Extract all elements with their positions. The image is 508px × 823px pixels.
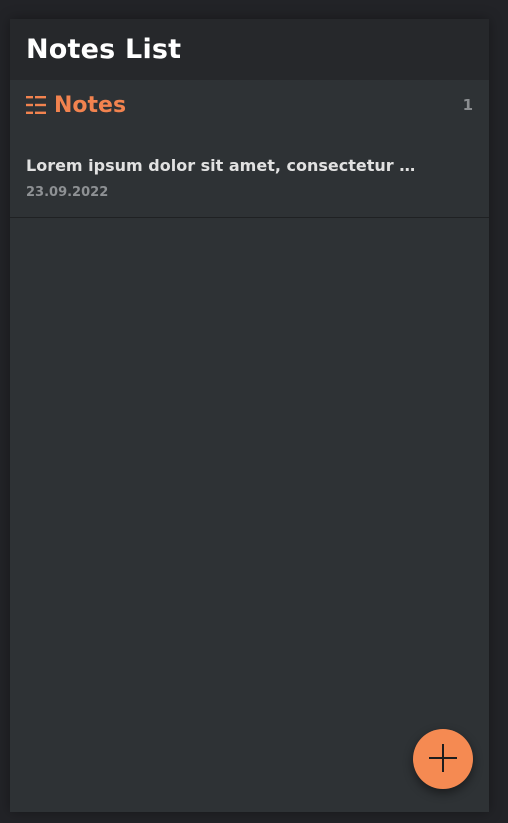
note-title: Lorem ipsum dolor sit amet, consectetur … [26, 156, 416, 175]
add-note-button[interactable] [413, 729, 473, 789]
list-icon [26, 95, 46, 115]
notes-count-badge: 1 [462, 96, 473, 114]
plus-icon [427, 742, 459, 777]
note-date: 23.09.2022 [26, 185, 109, 200]
app-title: Notes List [26, 34, 182, 65]
note-list-item[interactable]: Lorem ipsum dolor sit amet, consectetur … [10, 130, 489, 218]
notes-app: Notes List Notes 1 Lorem ipsum dolor sit… [10, 19, 489, 812]
notes-section-header: Notes 1 [10, 80, 489, 130]
app-header: Notes List [10, 19, 489, 80]
notes-title-group: Notes [26, 93, 126, 118]
notes-section-title: Notes [54, 92, 127, 118]
note-list: Lorem ipsum dolor sit amet, consectetur … [10, 130, 489, 218]
